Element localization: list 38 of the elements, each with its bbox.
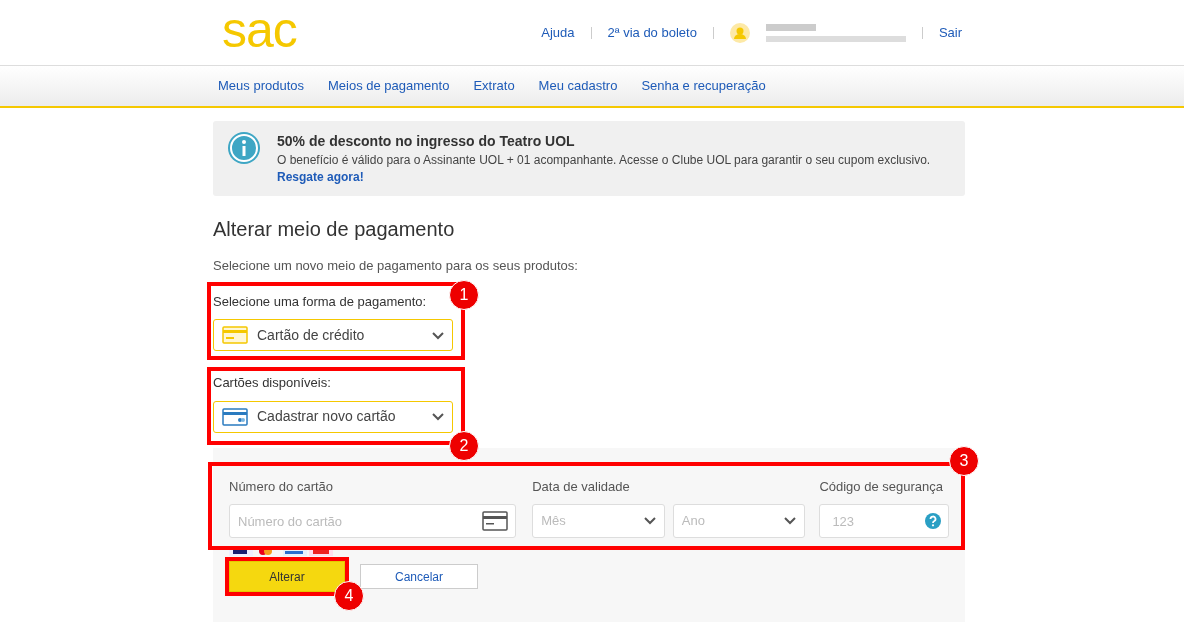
field-label: Cartões disponíveis: xyxy=(213,374,332,392)
chevron-down-icon xyxy=(643,517,656,525)
page-title: Alterar meio de pagamento xyxy=(213,217,456,242)
chevron-down-icon xyxy=(432,413,444,422)
submit-button[interactable]: Alterar xyxy=(229,561,345,592)
field-label: Data de validade xyxy=(532,477,631,496)
nav-link[interactable]: Meu cadastro xyxy=(538,76,618,96)
payment-dropdown[interactable]: Cadastrar novo cartão xyxy=(213,400,453,433)
notice-title: 50% de desconto no ingresso do Teatro UOL xyxy=(277,132,576,151)
annotation-number: 2 xyxy=(449,430,479,461)
annotation-number: 3 xyxy=(949,445,979,476)
help-icon[interactable] xyxy=(925,513,941,529)
security-code-field[interactable]: 123 xyxy=(819,504,949,538)
intro-text: Selecione um novo meio de pagamento para os seus produtos: xyxy=(213,257,579,275)
annotation-number: 1 xyxy=(449,279,479,310)
annotation-number: 4 xyxy=(334,581,364,611)
payment-dropdown[interactable]: Cartão de crédito xyxy=(213,319,453,351)
info-icon xyxy=(227,131,261,165)
field-label: Selecione uma forma de pagamento: xyxy=(213,292,428,311)
credit-card-icon xyxy=(482,511,509,531)
header-link[interactable]: Ajuda xyxy=(541,22,575,43)
header-link[interactable]: 2ª via do boleto xyxy=(607,22,697,43)
nav-link[interactable]: Senha e recuperação xyxy=(641,76,766,96)
credit-card-icon xyxy=(222,326,248,344)
nav-link[interactable]: Meios de pagamento xyxy=(328,76,450,96)
chevron-down-icon xyxy=(784,517,797,525)
field-label: Código de segurança xyxy=(819,477,944,496)
card-number-field[interactable]: Número do cartão xyxy=(229,504,517,538)
chevron-down-icon xyxy=(432,331,444,340)
notice-text: O benefício é válido para o Assinante UOL + 01 acompanhante. Acesse o Clube UOL para garantir o seu cupom exclusivo. Resgate agora! xyxy=(277,152,932,186)
nav-link[interactable]: Extrato xyxy=(473,76,515,96)
cancel-button[interactable]: Cancelar xyxy=(360,564,478,589)
redeem-link[interactable]: Resgate agora! xyxy=(277,170,364,184)
credit-card-icon xyxy=(222,407,248,426)
logout-link[interactable]: Sair xyxy=(938,22,962,43)
field-label: Número do cartão xyxy=(229,477,335,496)
avatar-icon xyxy=(729,22,750,43)
nav-link[interactable]: Meus produtos xyxy=(218,76,304,96)
